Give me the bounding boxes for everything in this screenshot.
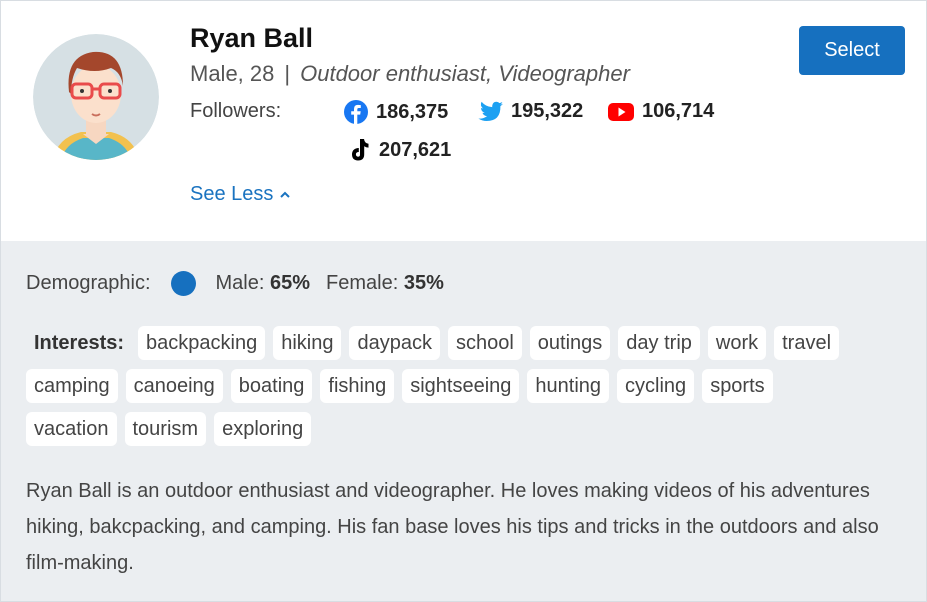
interests-row: vacation tourism exploring — [26, 412, 906, 446]
demographic: Demographic: Male: 65% Female: 35% — [26, 271, 444, 296]
male-value: 65% — [269, 272, 311, 294]
interest-tag: sports — [702, 369, 773, 403]
see-less-label: See Less — [190, 183, 274, 205]
twitter-followers: 195,322 — [477, 100, 583, 123]
interest-tag: canoeing — [125, 369, 223, 403]
youtube-followers: 106,714 — [608, 100, 714, 123]
interests: Interests: backpacking hiking daypack sc… — [26, 326, 906, 455]
female-label: Female: — [326, 272, 399, 294]
gender-age: Male, 28 — [190, 61, 275, 86]
details-panel: Demographic: Male: 65% Female: 35% Inter… — [1, 241, 926, 601]
interest-tag: outings — [529, 326, 611, 360]
interest-tag: cycling — [617, 369, 695, 403]
interest-tag: boating — [230, 369, 313, 403]
interest-tag: travel — [774, 326, 840, 360]
separator: | — [284, 61, 291, 86]
interest-tag: sightseeing — [402, 369, 520, 403]
profile-description: Outdoor enthusiast, Videographer — [300, 61, 630, 86]
interest-tag: work — [707, 326, 767, 360]
followers-label: Followers: — [190, 100, 282, 122]
bio-text: Ryan Ball is an outdoor enthusiast and v… — [26, 480, 879, 574]
interest-tag: exploring — [214, 412, 312, 446]
interest-tag: day trip — [618, 326, 700, 360]
facebook-count: 186,375 — [376, 100, 449, 123]
interest-tag: backpacking — [138, 326, 266, 360]
select-button[interactable]: Select — [799, 26, 905, 75]
interest-tag: daypack — [349, 326, 440, 360]
profile-header: Ryan Ball Male, 28 | Outdoor enthusiast, V… — [1, 1, 926, 241]
demographic-dot-icon — [170, 271, 196, 296]
tiktok-icon — [352, 139, 369, 161]
interest-tag: hunting — [527, 369, 610, 403]
twitter-icon — [478, 101, 503, 121]
youtube-count: 106,714 — [642, 100, 715, 122]
tiktok-count: 207,621 — [379, 138, 452, 161]
interests-label: Interests: — [34, 331, 125, 354]
facebook-icon — [344, 100, 368, 124]
influencer-card: Ryan Ball Male, 28 | Outdoor enthusiast, V… — [0, 0, 927, 602]
avatar — [33, 34, 159, 160]
twitter-count: 195,322 — [511, 100, 584, 122]
demographic-label: Demographic: — [26, 272, 151, 294]
interests-row: Interests: backpacking hiking daypack sc… — [26, 326, 906, 360]
facebook-followers: 186,375 — [344, 100, 448, 124]
tiktok-followers: 207,621 — [347, 137, 451, 163]
interests-row: camping canoeing boating fishing sightse… — [26, 369, 906, 403]
male-label: Male: — [215, 272, 265, 294]
interest-tag: fishing — [320, 369, 395, 403]
chevron-up-icon — [280, 191, 291, 198]
interest-tag: hiking — [273, 326, 342, 360]
interest-tag: camping — [26, 369, 118, 403]
see-less-link[interactable]: See Less — [190, 183, 291, 206]
female-value: 35% — [403, 272, 444, 294]
interest-tag: vacation — [26, 412, 117, 446]
profile-name: Ryan Ball — [190, 23, 314, 53]
profile-subline: Male, 28 | Outdoor enthusiast, Videographe… — [190, 61, 630, 87]
interest-tag: tourism — [124, 412, 207, 446]
youtube-icon — [608, 102, 634, 121]
interest-tag: school — [447, 326, 522, 360]
